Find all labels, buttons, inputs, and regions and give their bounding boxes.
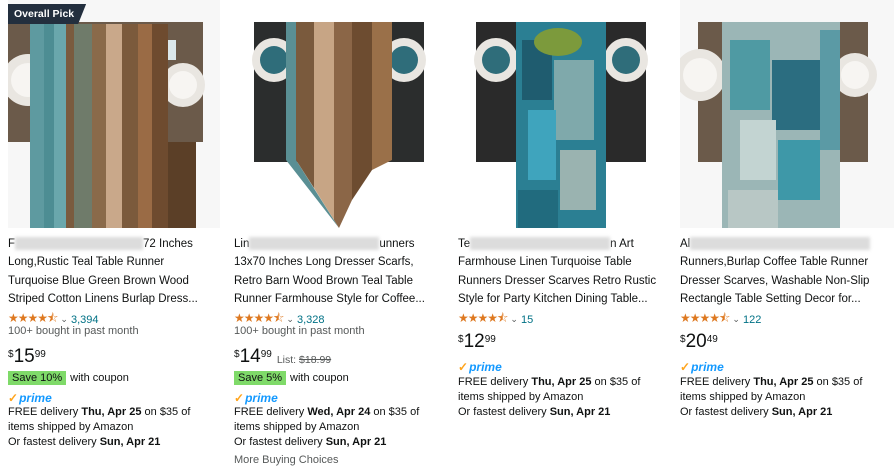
- more-buying-choices-link[interactable]: More Buying Choices: [234, 454, 339, 466]
- redacted-text: [249, 237, 380, 251]
- prime-logo: ✓prime: [680, 360, 724, 374]
- price[interactable]: $ 15 99: [8, 347, 46, 367]
- prime-check-icon: ✓: [8, 391, 19, 405]
- product-title[interactable]: F 72 Inches Long,Rustic Teal Table Runner…: [8, 235, 220, 309]
- product-image-2[interactable]: [234, 0, 444, 228]
- product-card-2[interactable]: Lin unners 13x70 Inches Long Dresser Scar…: [234, 0, 444, 470]
- redacted-text: [690, 237, 871, 251]
- product-title[interactable]: Al Runners,Burlap Coffee Table Runner Dr…: [680, 235, 894, 309]
- product-image-3[interactable]: [458, 0, 668, 228]
- chevron-down-icon[interactable]: ⌄: [510, 314, 518, 325]
- bought-count: 100+ bought in past month: [234, 325, 365, 337]
- price[interactable]: $ 20 49: [680, 332, 718, 352]
- redacted-text: [15, 237, 144, 251]
- product-title[interactable]: Lin unners 13x70 Inches Long Dresser Scar…: [234, 235, 444, 309]
- prime-logo: ✓prime: [458, 360, 502, 374]
- rating-count[interactable]: 3,394: [71, 314, 99, 326]
- save-coupon-badge[interactable]: Save 5%: [234, 371, 287, 385]
- delivery-info: FREE delivery Thu, Apr 25 on $35 of item…: [8, 406, 191, 448]
- product-card-3[interactable]: Te n Art Farmhouse Linen Turquoise Table …: [458, 0, 668, 470]
- chevron-down-icon[interactable]: ⌄: [286, 314, 294, 325]
- product-card-1[interactable]: Overall Pick F 72 Inches Long,Rustic Teal…: [8, 0, 220, 470]
- delivery-info: FREE delivery Thu, Apr 25 on $35 of item…: [458, 376, 641, 418]
- chevron-down-icon[interactable]: ⌄: [60, 314, 68, 325]
- prime-check-icon: ✓: [458, 360, 469, 374]
- coupon[interactable]: Save 5% with coupon: [234, 371, 349, 385]
- delivery-info: FREE delivery Wed, Apr 24 on $35 of item…: [234, 406, 420, 448]
- prime-logo: ✓prime: [8, 391, 52, 405]
- product-title[interactable]: Te n Art Farmhouse Linen Turquoise Table …: [458, 235, 668, 309]
- price[interactable]: $ 12 99: [458, 332, 496, 352]
- bought-count: 100+ bought in past month: [8, 325, 139, 337]
- price[interactable]: $ 14 99 List: $18.99: [234, 347, 331, 367]
- star-rating-icon: ★★★★⯪: [458, 311, 508, 325]
- rating[interactable]: ★★★★⯪ ⌄ 122: [680, 309, 761, 330]
- product-image-4[interactable]: [680, 0, 894, 228]
- coupon[interactable]: Save 10% with coupon: [8, 371, 129, 385]
- star-rating-icon: ★★★★⯪: [680, 311, 730, 325]
- list-price: List: $18.99: [276, 354, 332, 366]
- prime-logo: ✓prime: [234, 391, 278, 405]
- redacted-text: [470, 237, 611, 251]
- rating-count[interactable]: 15: [521, 314, 533, 326]
- rating[interactable]: ★★★★⯪ ⌄ 15: [458, 309, 533, 330]
- save-coupon-badge[interactable]: Save 10%: [8, 371, 67, 385]
- product-image-1[interactable]: [8, 0, 220, 228]
- overall-pick-badge: Overall Pick: [8, 4, 86, 24]
- rating-count[interactable]: 122: [743, 314, 761, 326]
- prime-check-icon: ✓: [234, 391, 245, 405]
- delivery-info: FREE delivery Thu, Apr 25 on $35 of item…: [680, 376, 863, 418]
- rating-count[interactable]: 3,328: [297, 314, 325, 326]
- prime-check-icon: ✓: [680, 360, 691, 374]
- chevron-down-icon[interactable]: ⌄: [732, 314, 740, 325]
- product-card-4[interactable]: Al Runners,Burlap Coffee Table Runner Dr…: [680, 0, 894, 470]
